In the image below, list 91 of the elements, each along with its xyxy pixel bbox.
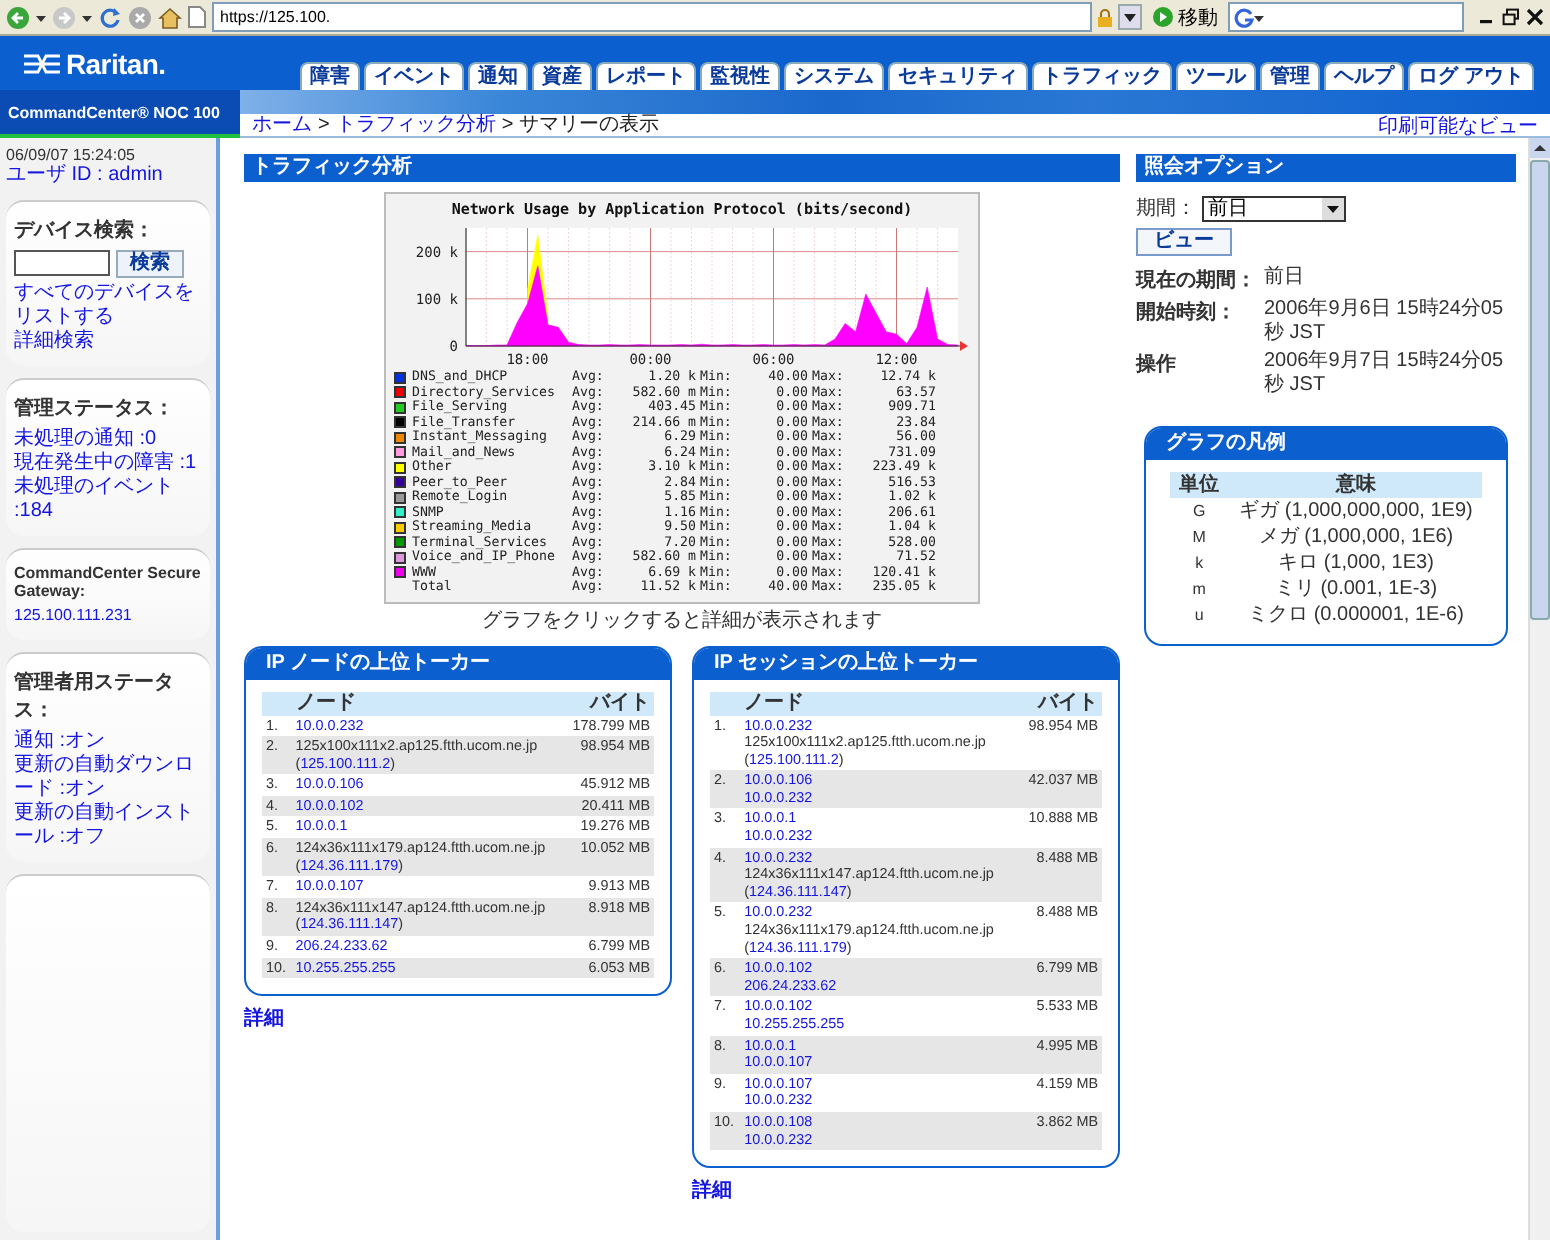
unit-meaning: ギガ (1,000,000,000, 1E9) (1229, 498, 1483, 524)
nav-tab[interactable]: トラフィック (1032, 62, 1173, 90)
info-label: 現在の期間： (1136, 267, 1258, 294)
breadcrumb-separator: > (318, 113, 330, 137)
unit-symbol: M (1190, 526, 1208, 550)
breadcrumb-link[interactable]: トラフィック分析 (335, 113, 496, 137)
nav-tab[interactable]: 資産 (532, 62, 593, 90)
page-icon (188, 6, 206, 28)
card-title: IP ノードの上位トーカー (246, 647, 670, 679)
section-title: デバイス検索： (14, 217, 156, 244)
unit-symbol: k (1193, 552, 1206, 576)
restore-icon[interactable] (1502, 8, 1520, 26)
sidebar-link[interactable]: 125.100.111.231 (14, 604, 202, 628)
address-field[interactable]: https://125.100. (212, 2, 1092, 32)
column-header: 単位 (1169, 472, 1230, 498)
search-engine-icon (1234, 7, 1254, 27)
sidebar-link[interactable]: 現在発生中の障害 :1 (14, 452, 202, 476)
chart-caption: グラフをクリックすると詳細が表示されます (482, 607, 882, 633)
breadcrumb-separator: > (501, 113, 514, 137)
nav-tab[interactable]: イベント (364, 62, 465, 90)
logo-text: Raritan. (66, 47, 166, 79)
unit-meaning: ミクロ (0.000001, 1E-6) (1246, 602, 1466, 628)
details-link[interactable]: 詳細 (692, 1176, 1120, 1205)
period-select[interactable]: 前日 (1202, 195, 1346, 221)
current-page: サマリーの表示 (519, 113, 660, 137)
column-header: バイト (563, 691, 654, 715)
product-name: CommandCenter® NOC 100 (0, 90, 240, 138)
nav-tab[interactable]: セキュリティ (888, 62, 1029, 90)
section-title: 管理者用ステータス： (14, 669, 176, 724)
sidebar-link[interactable]: 更新の自動インストール :オフ (14, 802, 202, 850)
section-title: トラフィック分析 (244, 154, 1120, 182)
go-button[interactable]: 移動 (1148, 1, 1222, 33)
card-title: IP セッションの上位トーカー (694, 647, 1118, 679)
unit-symbol: u (1192, 604, 1206, 628)
sidebar-link[interactable]: 未処理のイベント :184 (14, 476, 202, 524)
close-icon[interactable] (1526, 8, 1544, 26)
section-title: 照会オプション (1136, 154, 1516, 182)
breadcrumb-link[interactable]: ホーム (252, 113, 312, 137)
column-header: ノード (291, 691, 564, 715)
info-label: 操作 (1136, 351, 1178, 380)
unit-symbol: m (1190, 578, 1208, 602)
nav-tab[interactable]: 通知 (468, 62, 529, 90)
print-view-link[interactable]: 印刷可能なビュー (1378, 111, 1538, 139)
unit-meaning: メガ (1,000,000, 1E6) (1256, 524, 1456, 550)
search-button[interactable]: 検索 (116, 250, 184, 278)
nav-tab[interactable]: ログ アウト (1408, 62, 1534, 90)
sidebar-link[interactable]: 通知 :オン (14, 730, 202, 754)
lock-icon (1096, 7, 1114, 27)
go-icon (1152, 6, 1174, 28)
column-header: バイト (1018, 691, 1102, 715)
y-axis (465, 227, 467, 347)
nav-tab[interactable]: 障害 (300, 62, 361, 90)
unit-meaning: キロ (1,000, 1E3) (1276, 550, 1436, 576)
sidebar-link[interactable]: 更新の自動ダウンロード :オン (14, 754, 202, 802)
details-link[interactable]: 詳細 (244, 1004, 672, 1033)
scroll-up-icon[interactable] (1530, 138, 1550, 158)
timestamp: 06/09/07 15:24:05 (6, 146, 138, 164)
info-label: 開始時刻： (1136, 299, 1238, 328)
caret-icon (1124, 13, 1136, 21)
sidebar-link[interactable]: 詳細検索 (14, 330, 202, 354)
nav-tab[interactable]: 監視性 (700, 62, 781, 90)
column-header: 意味 (1229, 472, 1483, 498)
info-value: 2006年9月6日 15時24分05秒 JST (1264, 298, 1506, 346)
search-field[interactable] (1228, 2, 1464, 32)
column-header: ノード (740, 691, 1019, 715)
section-title: 管理ステータス： (14, 395, 176, 422)
device-search-field[interactable] (14, 250, 110, 276)
view-button[interactable]: ビュー (1136, 228, 1232, 256)
home-icon[interactable] (158, 5, 182, 29)
sidebar-link[interactable]: すべてのデバイスをリストする (14, 282, 202, 330)
nav-tab[interactable]: システム (784, 62, 885, 90)
nav-tab[interactable]: 管理 (1260, 62, 1321, 90)
back-icon[interactable] (6, 5, 30, 29)
info-value: 2006年9月7日 15時24分05秒 JST (1264, 350, 1506, 398)
info-value: 前日 (1264, 266, 1306, 292)
card-title: グラフの凡例 (1146, 428, 1506, 460)
scrollbar[interactable] (1528, 138, 1550, 1240)
nav-tab[interactable]: ヘルプ (1324, 62, 1405, 90)
nav-tab[interactable]: ツール (1176, 62, 1257, 90)
section-title: CommandCenter Secure Gateway: (14, 564, 202, 600)
nav-tab[interactable]: レポート (596, 62, 697, 90)
scrollbar-thumb[interactable] (1530, 160, 1550, 620)
user-link[interactable]: ユーザ ID : admin (6, 164, 210, 188)
unit-symbol: G (1169, 498, 1230, 524)
period-label: 期間： (1136, 195, 1196, 222)
sidebar-link[interactable]: 未処理の通知 :0 (14, 428, 202, 452)
refresh-icon[interactable] (98, 5, 122, 29)
logo-icon (24, 51, 60, 75)
dropdown-button[interactable] (1118, 4, 1142, 30)
unit-meaning: ミリ (0.001, 1E-3) (1272, 576, 1440, 602)
chart[interactable] (384, 192, 980, 603)
